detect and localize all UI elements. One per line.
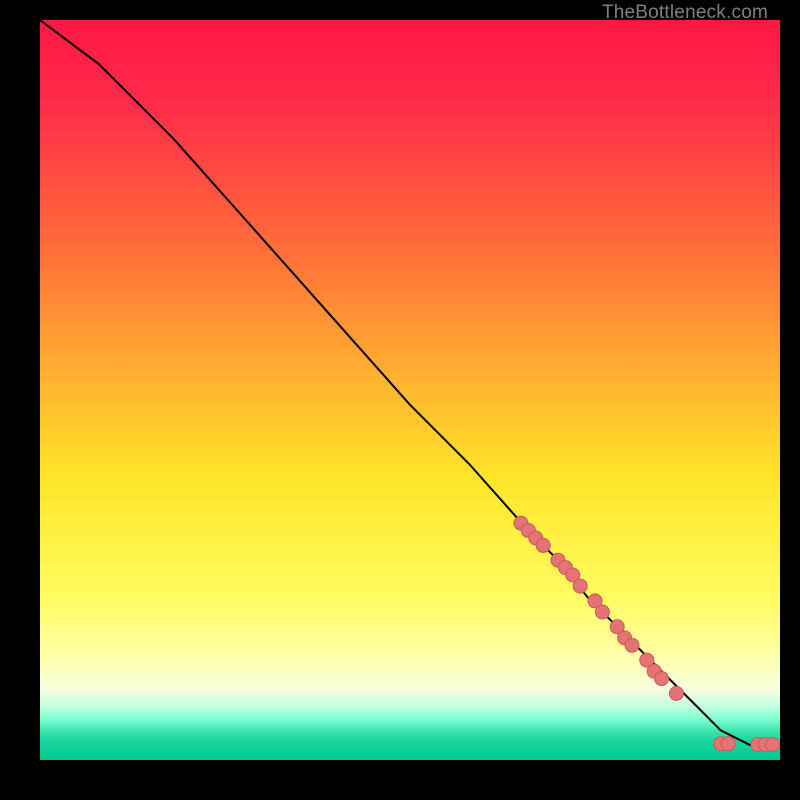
data-marker: [573, 579, 587, 593]
chart-frame: TheBottleneck.com: [40, 20, 780, 780]
gradient-background: [40, 20, 780, 760]
data-marker: [766, 738, 780, 752]
data-marker: [669, 686, 683, 700]
data-marker: [655, 672, 669, 686]
data-marker: [536, 538, 550, 552]
chart-svg: [40, 20, 780, 760]
data-marker: [625, 638, 639, 652]
data-marker: [595, 605, 609, 619]
data-marker: [721, 737, 735, 751]
